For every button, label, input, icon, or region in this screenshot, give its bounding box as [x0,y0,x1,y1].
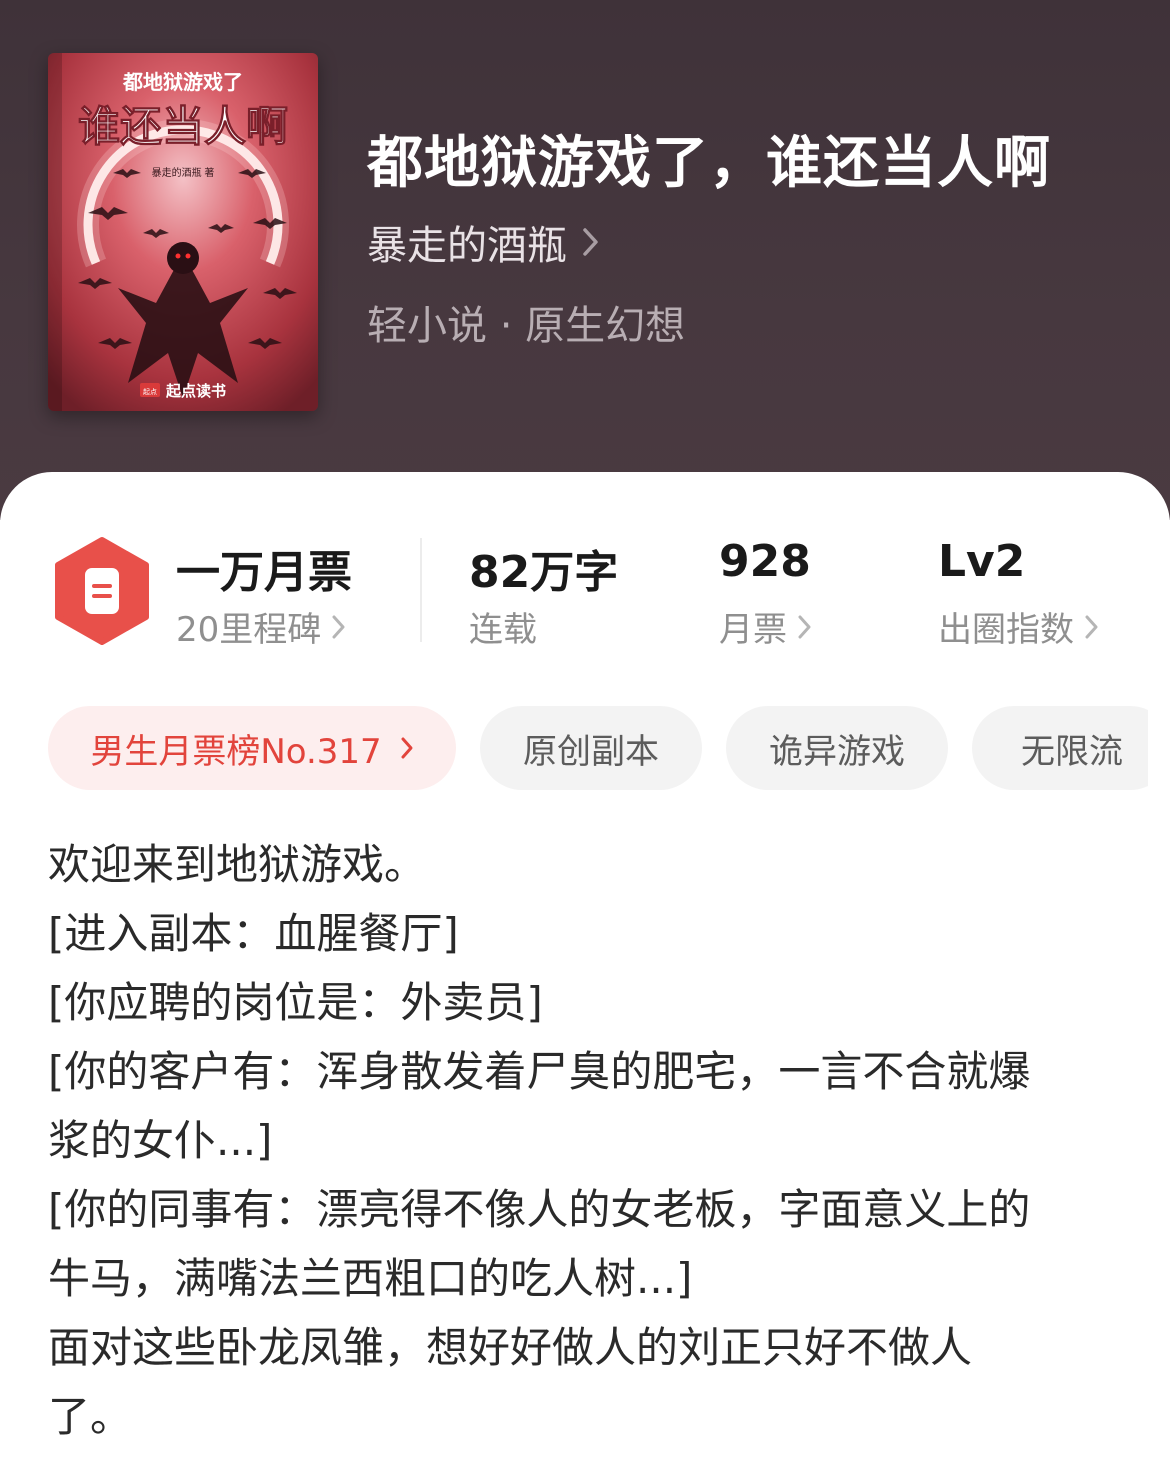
influence-index-link[interactable]: 出圈指数 [938,602,1100,651]
cover-art: 都地狱游戏了 谁还当人啊 暴走的酒瓶 著 起点 起点读书 [48,53,318,411]
ticket-badge-icon[interactable] [52,536,152,650]
milestone-label: 20里程碑 [176,610,322,650]
tag-weird-game[interactable]: 诡异游戏 [726,706,948,790]
cover-publisher: 起点读书 [165,382,226,400]
synopsis[interactable]: 欢迎来到地狱游戏。 [进入副本：血腥餐厅] [你应聘的岗位是：外卖员] [你的客… [48,830,1128,1451]
synopsis-line: [你应聘的岗位是：外卖员] [48,978,543,1027]
cover-big-title: 谁还当人啊 [78,103,288,150]
monthly-ticket-value: 928 [719,536,811,587]
tag-label: 原创副本 [523,731,659,772]
book-cover[interactable]: 都地狱游戏了 谁还当人啊 暴走的酒瓶 著 起点 起点读书 [48,53,318,411]
synopsis-line: [你的客户有：浑身散发着尸臭的肥宅，一言不合就爆 [48,1047,1031,1096]
monthly-ticket-label: 月票 [719,610,787,650]
synopsis-line: [进入副本：血腥餐厅] [48,909,459,958]
stats-divider [420,538,422,642]
stats-bar: 一万月票 20里程碑 82万字 连载 928 月票 Lv2 出圈指数 [0,472,1170,672]
author-link[interactable]: 暴走的酒瓶 [367,214,601,270]
rank-tag[interactable]: 男生月票榜No.317 [48,706,456,790]
genre-label: 轻小说 · 原生幻想 [367,303,686,349]
chevron-right-icon [1085,615,1098,638]
book-header: 都地狱游戏了 谁还当人啊 暴走的酒瓶 著 起点 起点读书 都地狱游戏了，谁还当人… [0,0,1170,520]
tag-infinite-flow[interactable]: 无限流 [972,706,1148,790]
synopsis-line: [你的同事有：漂亮得不像人的女老板，字面意义上的 [48,1185,1031,1234]
rank-tag-label: 男生月票榜No.317 [90,731,382,772]
cover-author-line: 暴走的酒瓶 著 [152,166,215,179]
chevron-right-icon [583,228,598,256]
synopsis-line: 欢迎来到地狱游戏。 [48,840,427,889]
synopsis-line: 浆的女仆...] [48,1116,273,1165]
cover-small-title: 都地狱游戏了 [122,70,243,94]
influence-level-value: Lv2 [938,536,1026,587]
chevron-right-icon [332,615,345,638]
book-title: 都地狱游戏了，谁还当人啊 [367,131,1051,196]
synopsis-line: 面对这些卧龙凤雏，想好好做人的刘正只好不做人 [48,1323,973,1372]
influence-index-label: 出圈指数 [938,610,1074,650]
synopsis-line: 了。 [48,1392,133,1441]
tag-label: 诡异游戏 [769,731,905,772]
serial-status: 连载 [469,610,537,650]
detail-sheet: 一万月票 20里程碑 82万字 连载 928 月票 Lv2 出圈指数 男生月票榜… [0,472,1170,1460]
tag-list: 男生月票榜No.317 原创副本 诡异游戏 无限流 [48,706,1148,790]
cover-publisher-badge: 起点 [143,388,157,396]
chevron-right-icon [401,737,413,759]
milestone-value: 一万月票 [176,547,352,598]
monthly-ticket-link[interactable]: 月票 [719,602,813,651]
author-name: 暴走的酒瓶 [367,223,567,269]
tag-original-dungeon[interactable]: 原创副本 [480,706,702,790]
milestone-link[interactable]: 20里程碑 [176,602,347,651]
word-count-value: 82万字 [469,547,619,598]
synopsis-line: 牛马，满嘴法兰西粗口的吃人树...] [48,1254,693,1303]
serial-status-label: 连载 [469,602,537,651]
tag-label: 无限流 [1021,731,1123,772]
chevron-right-icon [798,615,811,638]
